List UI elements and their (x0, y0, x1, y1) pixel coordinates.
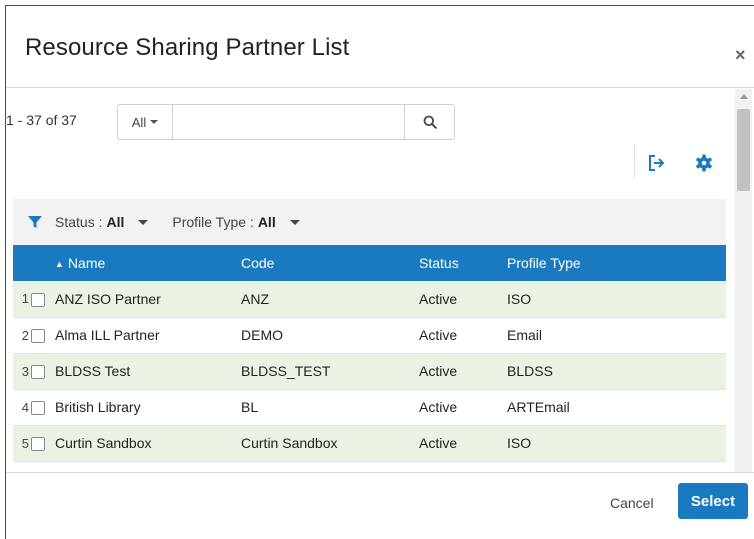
search-scope-dropdown[interactable]: All (118, 105, 173, 139)
close-icon[interactable]: × (735, 46, 746, 64)
search-bar: All (117, 104, 455, 140)
select-button[interactable]: Select (678, 483, 748, 519)
caret-down-icon (150, 120, 159, 124)
cell-status: Active (411, 317, 499, 354)
sort-ascending-icon: ▲ (55, 259, 64, 270)
table-row[interactable]: 2 Alma ILL Partner DEMO Active Email (13, 317, 726, 354)
column-header-status[interactable]: Status (411, 245, 499, 281)
cell-code: BL (233, 389, 411, 426)
caret-down-icon (289, 219, 300, 225)
row-checkbox[interactable] (31, 365, 45, 380)
caret-down-icon (138, 219, 149, 225)
status-filter-label: Status : (55, 214, 103, 230)
cell-name[interactable]: Alma ILL Partner (47, 317, 233, 354)
column-header-profile-type[interactable]: Profile Type (499, 245, 726, 281)
cell-status: Active (411, 353, 499, 390)
partner-table: ▲ Name Code Status Profile Type 1 ANZ ISO… (13, 245, 726, 462)
row-checkbox[interactable] (31, 329, 45, 344)
cell-status: Active (411, 425, 499, 462)
table-row[interactable]: 3 BLDSS Test BLDSS_TEST Active BLDSS (13, 353, 726, 390)
dialog-header: Resource Sharing Partner List × (6, 6, 754, 88)
toolbar-divider (634, 144, 635, 178)
scroll-up-arrow-icon[interactable] (740, 94, 748, 99)
cell-status: Active (411, 389, 499, 426)
row-number: 1 (13, 281, 29, 318)
search-input[interactable] (173, 105, 404, 139)
status-filter[interactable]: Status : All (55, 214, 149, 230)
cell-code: ANZ (233, 281, 411, 318)
settings-button[interactable] (694, 153, 714, 173)
result-count: 1 - 37 of 37 (6, 112, 77, 128)
dialog-footer: Cancel Select (6, 472, 754, 539)
filter-icon[interactable] (27, 214, 43, 230)
cell-profile-type: BLDSS (499, 353, 726, 390)
row-number: 4 (13, 389, 29, 426)
search-icon (423, 115, 437, 129)
row-number: 5 (13, 425, 29, 462)
profile-type-filter-value: All (257, 214, 276, 230)
vertical-scrollbar[interactable] (735, 89, 752, 472)
row-checkbox-cell (29, 281, 47, 318)
row-checkbox-cell (29, 353, 47, 390)
column-header-name[interactable]: ▲ Name (47, 245, 233, 281)
column-header-label: Name (67, 255, 106, 271)
search-scope-label: All (131, 114, 147, 130)
row-checkbox[interactable] (31, 437, 45, 452)
row-checkbox-cell (29, 317, 47, 354)
row-number: 3 (13, 353, 29, 390)
table-row[interactable]: 1 ANZ ISO Partner ANZ Active ISO (13, 281, 726, 318)
table-row[interactable]: 5 Curtin Sandbox Curtin Sandbox Active I… (13, 425, 726, 462)
table-header-row: ▲ Name Code Status Profile Type (13, 245, 726, 281)
row-number: 2 (13, 317, 29, 354)
column-header-index (13, 245, 29, 281)
export-button[interactable] (646, 152, 668, 174)
search-button[interactable] (404, 105, 454, 139)
scrollbar-thumb[interactable] (737, 109, 750, 191)
cell-code: Curtin Sandbox (233, 425, 411, 462)
column-header-select (29, 245, 47, 281)
cell-profile-type: Email (499, 317, 726, 354)
row-checkbox[interactable] (31, 292, 45, 307)
dialog-title: Resource Sharing Partner List (25, 34, 350, 61)
export-icon (649, 155, 665, 171)
partner-list-dialog: Resource Sharing Partner List × 1 - 37 o… (5, 5, 754, 539)
cancel-button[interactable]: Cancel (610, 495, 654, 511)
cell-name[interactable]: Curtin Sandbox (47, 425, 233, 462)
cell-code: DEMO (233, 317, 411, 354)
cell-profile-type: ISO (499, 281, 726, 318)
cell-name[interactable]: ANZ ISO Partner (47, 281, 233, 318)
cell-name[interactable]: British Library (47, 389, 233, 426)
filter-bar: Status : All Profile Type : All (13, 199, 726, 245)
profile-type-filter-label: Profile Type : (172, 214, 254, 230)
table-row[interactable]: 4 British Library BL Active ARTEmail (13, 389, 726, 426)
cell-profile-type: ISO (499, 425, 726, 462)
profile-type-filter[interactable]: Profile Type : All (172, 214, 300, 230)
row-checkbox-cell (29, 425, 47, 462)
status-filter-value: All (106, 214, 125, 230)
column-header-code[interactable]: Code (233, 245, 411, 281)
gear-icon (696, 154, 712, 172)
row-checkbox-cell (29, 389, 47, 426)
cell-code: BLDSS_TEST (233, 353, 411, 390)
row-checkbox[interactable] (31, 401, 45, 416)
cell-status: Active (411, 281, 499, 318)
cell-name[interactable]: BLDSS Test (47, 353, 233, 390)
dialog-body: 1 - 37 of 37 All Status: All Profile Ty… (6, 89, 726, 472)
cell-profile-type: ARTEmail (499, 389, 726, 426)
